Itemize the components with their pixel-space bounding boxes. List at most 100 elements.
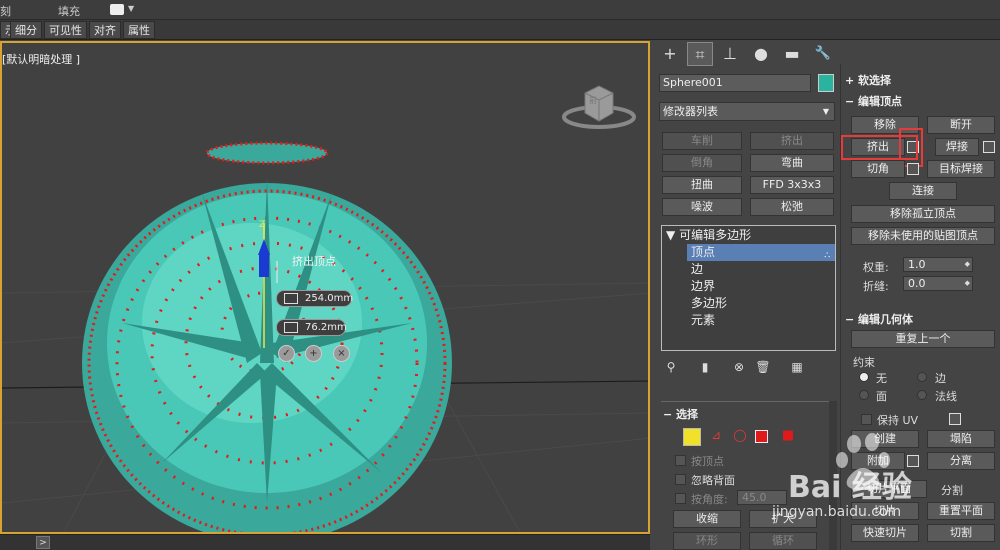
extrude-width-field[interactable]: 76.2mm bbox=[276, 319, 347, 336]
stack-item-edge[interactable]: 边 bbox=[691, 261, 703, 278]
weight-spinner[interactable]: 1.0 ◆ bbox=[903, 257, 973, 272]
stack-item-element[interactable]: 元素 bbox=[691, 312, 715, 329]
relax-button[interactable]: 松弛 bbox=[750, 198, 834, 216]
vertex-dots-icon: ∴ bbox=[824, 251, 830, 261]
caddy-apply-button[interactable]: + bbox=[305, 345, 322, 362]
constraint-edge-label: 边 bbox=[935, 372, 946, 385]
tab-align[interactable]: 对齐 bbox=[89, 21, 121, 39]
extrude-caddy-title: 挤出顶点 bbox=[292, 255, 336, 268]
show-end-result-icon[interactable]: ▮ bbox=[695, 358, 715, 376]
tab-visibility[interactable]: 可见性 bbox=[44, 21, 87, 39]
constraint-normal-radio[interactable] bbox=[917, 390, 927, 400]
soft-selection-rollout[interactable]: + 软选择 bbox=[845, 72, 891, 88]
ribbon-top-strip: 刻 填充 ▼ bbox=[0, 0, 1000, 20]
chevron-down-icon[interactable]: ▼ bbox=[128, 4, 134, 13]
stack-item-border[interactable]: 边界 bbox=[691, 278, 715, 295]
baidu-watermark: Bai 经验 jingyan.baidu.com bbox=[772, 430, 992, 550]
tab-subdivide[interactable]: 细分 bbox=[10, 21, 42, 39]
constraint-edge-radio[interactable] bbox=[917, 372, 927, 382]
command-panel-tabs: + ⌗ ⊥ ● ▬ 🔧 bbox=[653, 41, 840, 67]
constraint-none-label: 无 bbox=[876, 372, 887, 385]
remove-modifier-icon[interactable]: 🗑 bbox=[753, 358, 773, 376]
by-angle-label: 按角度: bbox=[691, 493, 728, 506]
height-icon bbox=[284, 293, 298, 304]
extrude-height-field[interactable]: 254.0mm bbox=[276, 290, 354, 307]
weld-button[interactable]: 焊接 bbox=[935, 138, 979, 156]
target-weld-button[interactable]: 目标焊接 bbox=[927, 160, 995, 178]
edit-vertices-rollout[interactable]: − 编辑顶点 bbox=[845, 93, 902, 109]
object-color-swatch[interactable] bbox=[818, 74, 834, 92]
stack-item-label: 顶点 bbox=[691, 245, 716, 259]
ring-button[interactable]: 环形 bbox=[673, 532, 741, 550]
edit-geometry-rollout[interactable]: − 编辑几何体 bbox=[845, 311, 913, 327]
watermark-url: jingyan.baidu.com bbox=[772, 504, 902, 520]
fill-dropdown-icon[interactable] bbox=[110, 4, 124, 15]
tab-properties[interactable]: 属性 bbox=[123, 21, 155, 39]
preserve-uv-checkbox[interactable] bbox=[861, 414, 872, 425]
chamfer-settings-icon[interactable] bbox=[907, 163, 919, 175]
fill-label[interactable]: 填充 bbox=[58, 3, 80, 19]
stack-item-polygon[interactable]: 多边形 bbox=[691, 295, 727, 312]
sphere-mesh[interactable] bbox=[82, 141, 452, 534]
create-tab-icon[interactable]: + bbox=[657, 42, 683, 66]
vertex-selection-icon[interactable] bbox=[683, 428, 701, 446]
make-unique-icon[interactable]: ⊗ bbox=[729, 358, 749, 376]
weld-settings-icon[interactable] bbox=[983, 141, 995, 153]
ignore-backfacing-label: 忽略背面 bbox=[691, 474, 735, 487]
pin-stack-icon[interactable]: ⚲ bbox=[661, 358, 681, 376]
caddy-ok-button[interactable]: ✓ bbox=[278, 345, 295, 362]
edge-selection-icon[interactable]: ⊿ bbox=[707, 428, 725, 446]
stack-root-item[interactable]: ▼ 可编辑多边形 ∴ bbox=[666, 227, 848, 244]
remove-isolated-vertices-button[interactable]: 移除孤立顶点 bbox=[851, 205, 995, 223]
object-name-field[interactable]: Sphere001 bbox=[659, 74, 811, 92]
twist-button[interactable]: 扭曲 bbox=[662, 176, 742, 194]
viewport-canvas[interactable]: Z bbox=[2, 43, 650, 534]
modifier-list-dropdown[interactable]: 修改器列表 ▼ bbox=[659, 102, 835, 121]
border-selection-icon[interactable]: ◯ bbox=[731, 428, 749, 446]
perspective-viewport[interactable]: Z [默认明暗处理 ] 前 挤出顶点 254.0mm 76.2mm ✓ + × bbox=[0, 41, 650, 534]
bevel-button[interactable]: 倒角 bbox=[662, 154, 742, 172]
repeat-last-button[interactable]: 重复上一个 bbox=[851, 330, 995, 348]
chamfer-button[interactable]: 切角 bbox=[851, 160, 905, 178]
utilities-tab-icon[interactable]: 🔧 bbox=[810, 42, 836, 66]
connect-button[interactable]: 连接 bbox=[889, 182, 957, 200]
modifier-list-label: 修改器列表 bbox=[663, 105, 718, 118]
crease-spinner[interactable]: 0.0 ◆ bbox=[903, 276, 973, 291]
configure-sets-icon[interactable]: ▦ bbox=[787, 358, 807, 376]
by-vertex-checkbox[interactable] bbox=[675, 455, 686, 466]
polygon-selection-icon[interactable] bbox=[755, 430, 768, 443]
modifier-stack[interactable]: ▼ 可编辑多边形 ∴ 顶点 ∴ 边 边界 多边形 元素 bbox=[661, 225, 848, 351]
caddy-cancel-button[interactable]: × bbox=[333, 345, 350, 362]
viewport-shading-label[interactable]: [默认明暗处理 ] bbox=[2, 51, 80, 67]
expand-arrow-icon[interactable]: > bbox=[36, 536, 50, 549]
stack-item-vertex[interactable]: 顶点 ∴ bbox=[687, 244, 835, 261]
remove-unused-map-vertices-button[interactable]: 移除未使用的贴图顶点 bbox=[851, 227, 995, 245]
spinner-arrows-icon[interactable]: ◆ bbox=[965, 277, 970, 290]
display-tab-icon[interactable]: ▬ bbox=[779, 42, 805, 66]
constraint-none-radio[interactable] bbox=[859, 372, 869, 382]
viewcube[interactable] bbox=[560, 77, 638, 133]
collapse-triangle-icon[interactable]: ▼ bbox=[666, 228, 675, 242]
constraint-face-label: 面 bbox=[876, 390, 887, 403]
ribbon-item[interactable]: 刻 bbox=[0, 3, 11, 19]
ignore-backfacing-checkbox[interactable] bbox=[675, 474, 686, 485]
status-bar: > bbox=[0, 534, 650, 550]
spinner-arrows-icon[interactable]: ◆ bbox=[965, 258, 970, 271]
by-angle-checkbox[interactable] bbox=[675, 493, 686, 504]
noise-button[interactable]: 噪波 bbox=[662, 198, 742, 216]
modify-tab-icon[interactable]: ⌗ bbox=[687, 42, 713, 66]
ffd-button[interactable]: FFD 3x3x3 bbox=[750, 176, 834, 194]
shrink-button[interactable]: 收缩 bbox=[673, 510, 741, 528]
lathe-button[interactable]: 车削 bbox=[662, 132, 742, 150]
hierarchy-tab-icon[interactable]: ⊥ bbox=[717, 42, 743, 66]
bend-button[interactable]: 弯曲 bbox=[750, 154, 834, 172]
constraint-face-radio[interactable] bbox=[859, 390, 869, 400]
extrude-modifier-button[interactable]: 挤出 bbox=[750, 132, 834, 150]
selection-rollout-title[interactable]: − 选择 bbox=[663, 406, 698, 422]
preserve-uv-settings-icon[interactable] bbox=[949, 413, 961, 425]
angle-value: 45.0 bbox=[742, 491, 767, 504]
extrude-height-value: 254.0mm bbox=[305, 293, 354, 304]
weight-label: 权重: bbox=[863, 261, 889, 274]
motion-tab-icon[interactable]: ● bbox=[748, 42, 774, 66]
break-button[interactable]: 断开 bbox=[927, 116, 995, 134]
